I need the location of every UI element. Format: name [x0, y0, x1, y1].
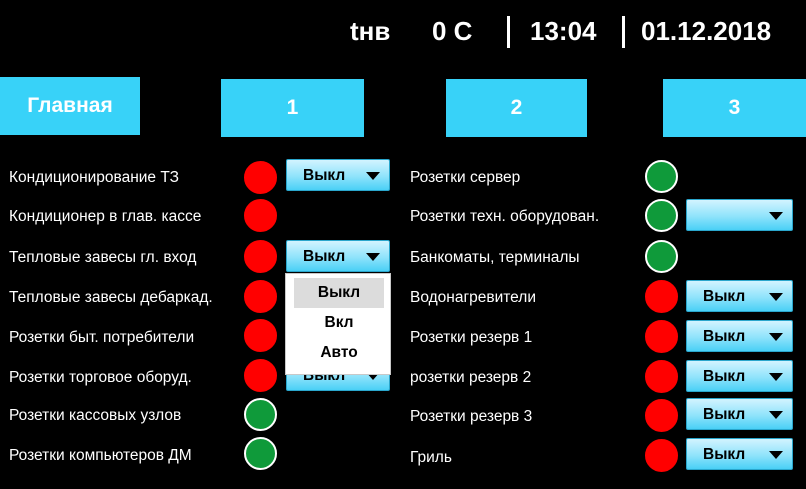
nav-page-3-button[interactable]: 3 [663, 79, 806, 137]
row-label: розетки резерв 2 [410, 369, 532, 386]
row-label: Банкоматы, терминалы [410, 249, 580, 266]
chevron-down-icon [769, 333, 783, 341]
row-label: Гриль [410, 449, 452, 466]
row-label: Розетки резерв 3 [410, 408, 533, 425]
header-divider [622, 16, 625, 48]
status-indicator [244, 319, 277, 352]
status-indicator [645, 160, 678, 193]
nav-page-2-button[interactable]: 2 [446, 79, 587, 137]
mode-select[interactable] [686, 199, 793, 231]
mode-select[interactable]: Выкл [686, 398, 793, 430]
status-indicator [645, 399, 678, 432]
row-label: Тепловые завесы дебаркад. [9, 289, 213, 306]
header-divider [507, 16, 510, 48]
row-label: Розетки быт. потребители [9, 329, 195, 346]
status-indicator [244, 280, 277, 313]
row-label: Кондиционер в глав. кассе [9, 208, 202, 225]
nav-main-button[interactable]: Главная [0, 77, 140, 135]
clock-date: 01.12.2018 [641, 16, 772, 46]
status-indicator [244, 161, 277, 194]
chevron-down-icon [769, 451, 783, 459]
status-indicator [645, 280, 678, 313]
mode-select[interactable]: Выкл [686, 360, 793, 392]
status-indicator [244, 359, 277, 392]
row-label: Розетки резерв 1 [410, 329, 533, 346]
chevron-down-icon [769, 293, 783, 301]
mode-select-open[interactable]: Выкл [286, 240, 390, 272]
nav-page-1-button[interactable]: 1 [221, 79, 364, 137]
option-on[interactable]: Вкл [294, 308, 384, 338]
header-bar: tнв 0 C 13:04 01.12.2018 [0, 0, 806, 62]
status-indicator [244, 240, 277, 273]
row-label: Кондиционирование ТЗ [9, 169, 180, 186]
status-indicator [645, 240, 678, 273]
status-indicator [244, 199, 277, 232]
chevron-down-icon [366, 253, 380, 261]
mode-select[interactable]: Выкл [286, 159, 390, 191]
chevron-down-icon [769, 411, 783, 419]
chevron-down-icon [366, 172, 380, 180]
mode-select[interactable]: Выкл [686, 320, 793, 352]
status-indicator [645, 320, 678, 353]
status-indicator [244, 398, 277, 431]
status-indicator [244, 437, 277, 470]
outdoor-temp-label: tнв [350, 16, 391, 46]
mode-select[interactable]: Выкл [686, 438, 793, 470]
row-label: Тепловые завесы гл. вход [9, 249, 197, 266]
status-indicator [645, 439, 678, 472]
row-label: Розетки торговое оборуд. [9, 369, 192, 386]
clock-time: 13:04 [530, 16, 597, 46]
option-auto[interactable]: Авто [294, 338, 384, 368]
row-label: Водонагревители [410, 289, 536, 306]
outdoor-temp-value: 0 C [432, 16, 473, 46]
row-label: Розетки кассовых узлов [9, 407, 182, 424]
status-indicator [645, 199, 678, 232]
status-indicator [645, 360, 678, 393]
mode-options-popup: Выкл Вкл Авто [285, 273, 391, 375]
chevron-down-icon [769, 373, 783, 381]
mode-select[interactable]: Выкл [686, 280, 793, 312]
row-label: Розетки сервер [410, 169, 521, 186]
chevron-down-icon [769, 212, 783, 220]
row-label: Розетки компьютеров ДМ [9, 447, 192, 464]
option-off[interactable]: Выкл [294, 278, 384, 308]
row-label: Розетки техн. оборудован. [410, 208, 600, 225]
